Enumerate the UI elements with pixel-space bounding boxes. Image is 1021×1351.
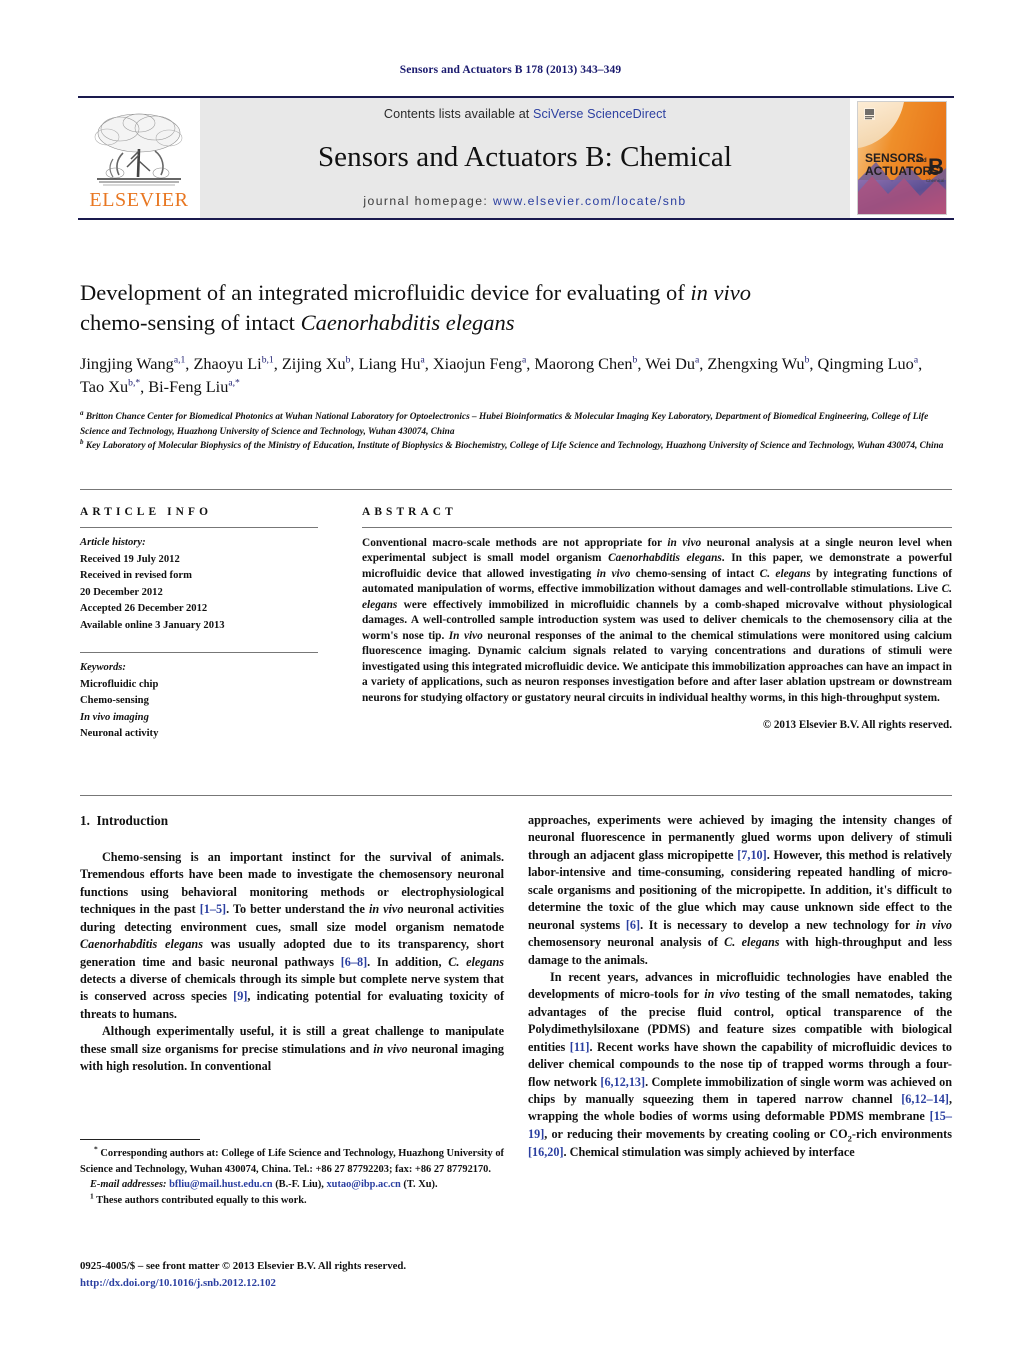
history-item: Received in revised form xyxy=(80,570,192,582)
journal-homepage-link[interactable]: www.elsevier.com/locate/snb xyxy=(493,194,687,208)
section-number: 1. xyxy=(80,813,90,828)
title-italic-1: in vivo xyxy=(690,280,751,305)
title-italic-2: Caenorhabditis elegans xyxy=(300,309,515,335)
elsevier-wordmark: ELSEVIER xyxy=(89,188,189,211)
footer-issn-block: 0925-4005/$ – see front matter © 2013 El… xyxy=(80,1258,540,1291)
email-addresses-note: E-mail addresses: bfliu@mail.hust.edu.cn… xyxy=(90,1179,438,1191)
history-item: Accepted 26 December 2012 xyxy=(80,603,208,615)
author-name: Wei Du xyxy=(645,354,695,373)
abstract-copyright: © 2013 Elsevier B.V. All rights reserved… xyxy=(762,719,952,732)
elsevier-logo: ELSEVIER xyxy=(78,98,200,218)
affiliation-item: a Britton Chance Center for Biomedical P… xyxy=(80,408,929,437)
author-name: Liang Hu xyxy=(358,354,421,373)
author-affiliation-marker: a,* xyxy=(228,377,240,389)
left-column-paragraphs: Chemo-sensing is an important instinct f… xyxy=(80,849,504,1076)
section-heading-introduction: 1. Introduction xyxy=(80,812,504,831)
svg-text:SENSORS: SENSORS xyxy=(865,151,924,165)
abstract-text: Conventional macro-scale methods are not… xyxy=(362,537,953,704)
article-info-heading: ARTICLE INFO xyxy=(80,506,213,518)
author-affiliation-marker: b,* xyxy=(128,377,141,389)
journal-article-page: Sensors and Actuators B 178 (2013) 343–3… xyxy=(0,0,1021,1351)
author-affiliation-marker: a xyxy=(420,354,425,366)
info-section-bottom-rule xyxy=(80,795,952,796)
author-name: Zhengxing Wu xyxy=(707,354,805,373)
journal-cover-image: SENSORS and ACTUATORS B Chemical xyxy=(857,101,947,215)
journal-title: Sensors and Actuators B: Chemical xyxy=(317,140,733,173)
keyword-item: Neuronal activity xyxy=(80,728,159,740)
keywords-label: Keywords: xyxy=(80,662,126,674)
author-affiliation-marker: b xyxy=(632,354,638,366)
section-title: Introduction xyxy=(96,813,169,828)
svg-text:B: B xyxy=(928,154,944,179)
issn-line: 0925-4005/$ – see front matter © 2013 El… xyxy=(80,1260,407,1272)
author-name: Zhaoyu Li xyxy=(193,354,262,373)
footnote-rule xyxy=(80,1139,200,1140)
author-name: Maorong Chen xyxy=(534,354,633,373)
right-column-paragraphs: approaches, experiments were achieved by… xyxy=(528,812,952,1162)
author-name: Xiaojun Feng xyxy=(432,354,523,373)
keyword-item: Chemo-sensing xyxy=(80,695,149,707)
footnotes-block: * Corresponding authors at: College of L… xyxy=(80,1144,504,1208)
abstract-heading: ABSTRACT xyxy=(362,506,457,518)
keyword-item: In vivo imaging xyxy=(80,711,149,723)
contents-prefix: Contents lists available at xyxy=(383,107,533,121)
sciencedirect-link[interactable]: SciVerse ScienceDirect xyxy=(533,107,666,121)
journal-cover-thumbnail: SENSORS and ACTUATORS B Chemical xyxy=(850,98,954,218)
equal-contribution-note: 1 These authors contributed equally to t… xyxy=(90,1191,307,1206)
author-name: Jingjing Wang xyxy=(80,354,174,373)
abstract-rule xyxy=(362,527,952,528)
author-affiliation-marker: a xyxy=(913,354,919,366)
title-part-1: Development of an integrated microfluidi… xyxy=(80,280,691,305)
article-history-label: Article history: xyxy=(80,537,146,548)
history-item: Received 19 July 2012 xyxy=(80,553,180,565)
author-affiliation-marker: b,1 xyxy=(261,354,274,366)
article-info-rule xyxy=(80,527,318,528)
contents-available-line: Contents lists available at SciVerse Sci… xyxy=(384,107,666,121)
body-paragraph: Chemo-sensing is an important instinct f… xyxy=(80,849,505,1021)
body-column-right: approaches, experiments were achieved by… xyxy=(528,812,952,1162)
affiliation-list: a Britton Chance Center for Biomedical P… xyxy=(80,408,950,454)
keywords-rule xyxy=(80,652,318,654)
running-head: Sensors and Actuators B 178 (2013) 343–3… xyxy=(399,64,622,76)
author-affiliation-marker: b xyxy=(345,354,351,366)
author-affiliation-marker: a xyxy=(522,354,527,366)
body-paragraph: approaches, experiments were achieved by… xyxy=(528,813,953,967)
abstract-block: ABSTRACT Conventional macro-scale method… xyxy=(362,506,952,731)
author-affiliation-marker: a,1 xyxy=(173,354,186,366)
body-column-left: 1. Introduction Chemo-sensing is an impo… xyxy=(80,812,504,1076)
journal-homepage-line: journal homepage: www.elsevier.com/locat… xyxy=(363,194,686,208)
article-info-block: ARTICLE INFO Article history: Received 1… xyxy=(80,506,330,743)
keyword-item: Microfluidic chip xyxy=(80,678,159,690)
affiliation-marker: a xyxy=(80,408,84,417)
history-item: 20 December 2012 xyxy=(80,586,163,598)
page-title: Development of an integrated microfluidi… xyxy=(80,278,940,337)
author-name: Bi-Feng Liu xyxy=(148,377,229,397)
body-paragraph: In recent years, advances in microfluidi… xyxy=(528,969,952,1160)
article-history: Article history: Received 19 July 2012 R… xyxy=(80,535,330,634)
affiliation-item: b Key Laboratory of Molecular Biophysics… xyxy=(80,438,944,452)
author-name: Tao Xu xyxy=(80,377,129,397)
body-paragraph: Although experimentally useful, it is st… xyxy=(80,1024,505,1074)
corresponding-author-note: * Corresponding authors at: College of L… xyxy=(80,1144,504,1175)
info-section-top-rule xyxy=(80,489,952,490)
history-item: Available online 3 January 2013 xyxy=(80,619,225,631)
author-name: Qingming Luo xyxy=(817,354,914,373)
homepage-prefix: journal homepage: xyxy=(363,193,493,208)
title-part-2: chemo-sensing of intact xyxy=(80,309,301,335)
elsevier-tree-icon xyxy=(93,111,185,189)
author-list: Jingjing Wanga,1, Zhaoyu Lib,1, Zijing X… xyxy=(80,354,923,397)
svg-text:Chemical: Chemical xyxy=(926,178,944,183)
keywords-block: Keywords: Microfluidic chip Chemo-sensin… xyxy=(80,660,330,743)
header-bottom-rule xyxy=(78,218,954,220)
affiliation-marker: b xyxy=(80,438,84,447)
doi-link[interactable]: http://dx.doi.org/10.1016/j.snb.2012.12.… xyxy=(80,1275,540,1292)
author-affiliation-marker: b xyxy=(804,354,810,366)
author-affiliation-marker: a xyxy=(694,354,700,366)
journal-masthead: Contents lists available at SciVerse Sci… xyxy=(200,98,850,218)
journal-header: ELSEVIER Contents lists available at Sci… xyxy=(78,96,954,220)
author-name: Zijing Xu xyxy=(281,354,346,373)
